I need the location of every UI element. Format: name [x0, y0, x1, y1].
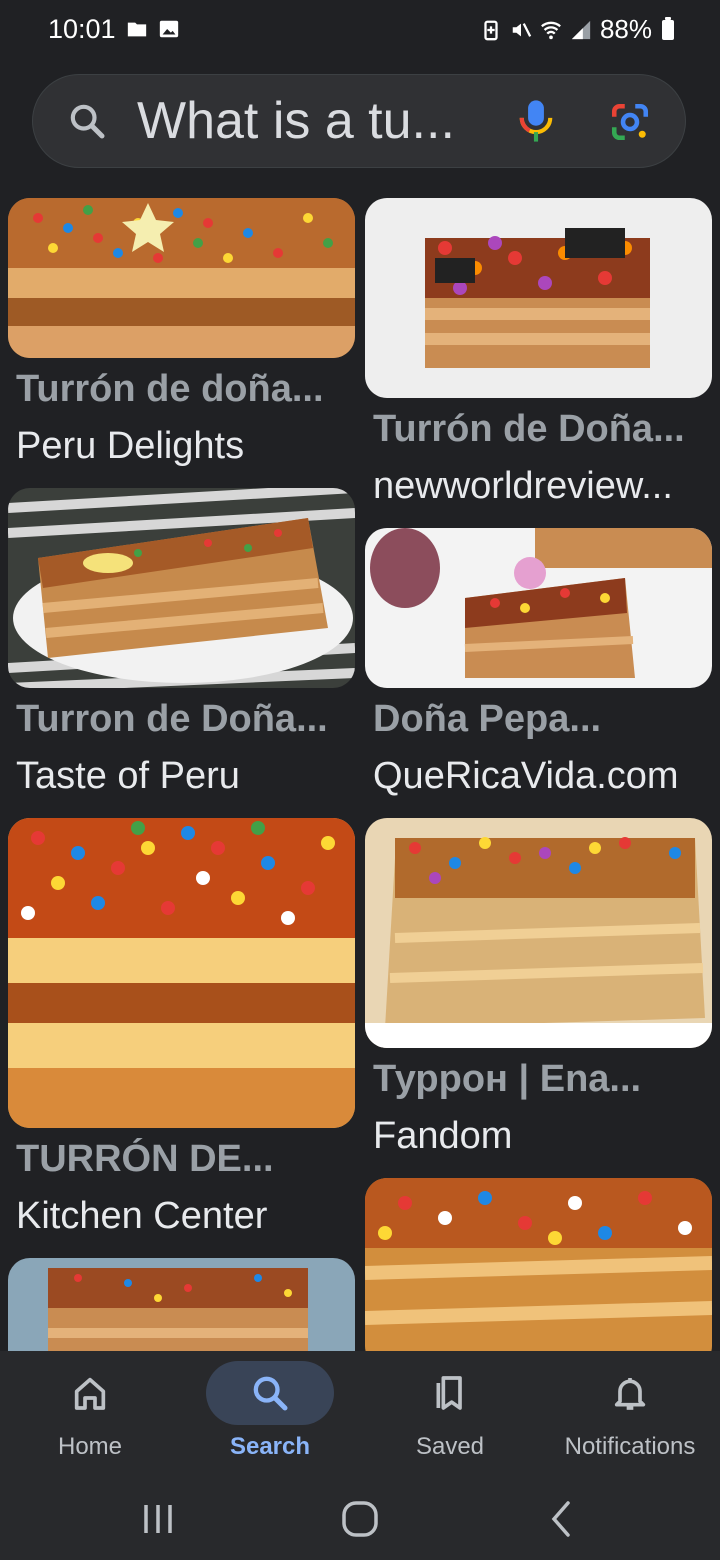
result-thumbnail[interactable]	[365, 198, 712, 398]
result-thumbnail[interactable]	[8, 488, 355, 688]
image-result[interactable]: Туррон | Ena... Fandom	[365, 818, 712, 1158]
nav-notifications-label: Notifications	[564, 1433, 696, 1460]
nav-notifications[interactable]: Notifications	[540, 1351, 720, 1481]
result-thumbnail[interactable]	[8, 818, 355, 1128]
search-icon[interactable]	[67, 101, 107, 141]
signal-icon	[571, 20, 591, 39]
bell-icon	[614, 1378, 646, 1410]
result-source[interactable]: Kitchen Center	[16, 1195, 355, 1238]
search-query[interactable]: What is a tu...	[137, 91, 455, 151]
result-thumbnail[interactable]	[365, 1178, 712, 1351]
result-thumbnail[interactable]	[365, 528, 712, 688]
result-thumbnail[interactable]	[8, 198, 355, 358]
status-time: 10:01	[48, 14, 116, 44]
result-source[interactable]: Peru Delights	[16, 425, 355, 468]
result-source[interactable]: Taste of Peru	[16, 755, 355, 798]
result-title[interactable]: Туррон | Ena...	[373, 1058, 712, 1101]
recent-apps-icon[interactable]	[134, 1495, 182, 1543]
search-icon	[253, 1376, 288, 1411]
folder-icon	[127, 22, 147, 37]
search-bar[interactable]: What is a tu...	[32, 74, 686, 168]
image-result[interactable]: Turron de Doña... Taste of Peru	[8, 488, 355, 798]
bookmarks-icon	[436, 1376, 462, 1410]
result-title[interactable]: Turrón de Doña...	[373, 408, 712, 451]
nav-search[interactable]: Search	[180, 1351, 360, 1481]
home-button-icon[interactable]	[336, 1495, 384, 1543]
result-title[interactable]: Turrón de doña...	[16, 368, 355, 411]
battery-saver-icon	[484, 20, 498, 40]
result-title[interactable]: Turron de Doña...	[16, 698, 355, 741]
result-title[interactable]: Doña Pepa...	[373, 698, 712, 741]
battery-percentage: 88%	[599, 14, 652, 44]
result-source[interactable]: QueRicaVida.com	[373, 755, 712, 798]
battery-icon	[662, 16, 674, 40]
status-bar: 10:01 88%	[0, 0, 720, 60]
nav-home-label: Home	[57, 1433, 123, 1460]
google-lens-icon[interactable]	[609, 101, 651, 143]
image-result[interactable]: Turrón de doña... Peru Delights	[8, 198, 355, 468]
nav-saved[interactable]: Saved	[360, 1351, 540, 1481]
mute-icon	[512, 22, 532, 37]
nav-search-label: Search	[229, 1433, 311, 1460]
back-icon[interactable]	[538, 1495, 586, 1543]
nav-home[interactable]: Home	[0, 1351, 180, 1481]
image-result[interactable]	[365, 1178, 712, 1351]
image-results-grid: Turrón de doña... Peru Delights Turrón d…	[0, 186, 720, 1351]
image-result[interactable]: Doña Pepa... QueRicaVida.com	[365, 528, 712, 798]
image-result[interactable]	[8, 1258, 355, 1351]
nav-saved-label: Saved	[415, 1433, 485, 1460]
home-icon	[74, 1377, 106, 1410]
image-result[interactable]: Turrón de Doña... newworldreview...	[365, 198, 712, 508]
result-thumbnail[interactable]	[365, 818, 712, 1048]
bottom-navigation: Home Search Saved Notifications	[0, 1351, 720, 1481]
microphone-icon[interactable]	[517, 97, 555, 145]
system-navigation-bar	[0, 1481, 720, 1560]
image-icon	[159, 20, 179, 38]
result-title[interactable]: TURRÓN DE...	[16, 1138, 355, 1181]
result-source[interactable]: Fandom	[373, 1115, 712, 1158]
image-result[interactable]: TURRÓN DE... Kitchen Center	[8, 818, 355, 1238]
result-source[interactable]: newworldreview...	[373, 465, 712, 508]
result-thumbnail[interactable]	[8, 1258, 355, 1351]
wifi-icon	[541, 21, 561, 39]
